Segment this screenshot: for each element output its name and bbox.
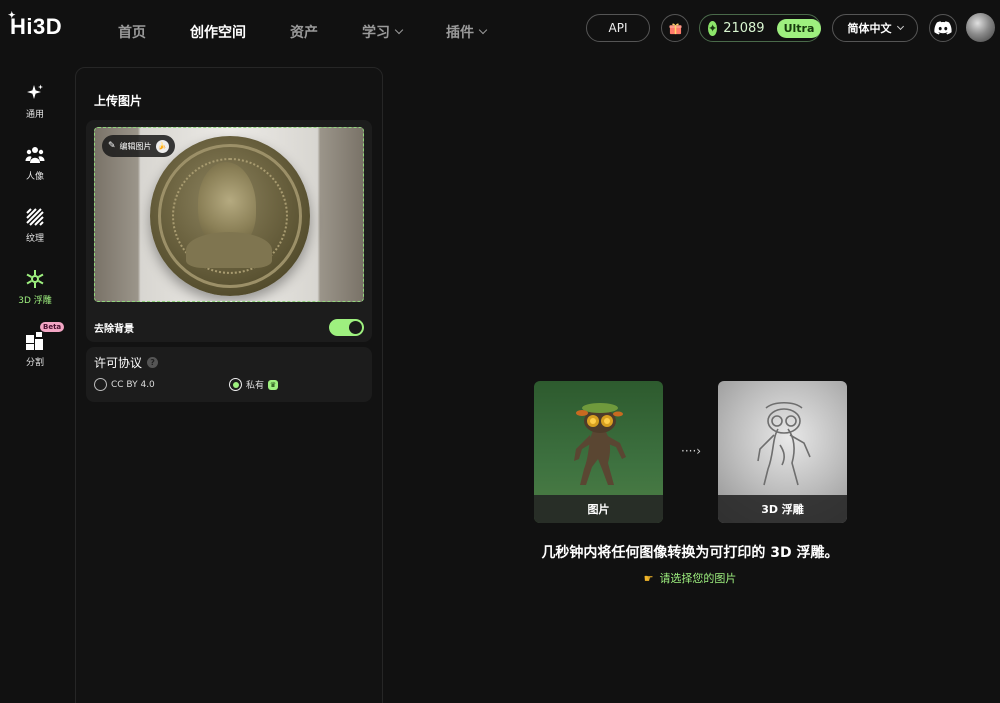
coin-bust	[186, 232, 272, 268]
uploaded-coin-image	[150, 136, 310, 296]
select-image-link[interactable]: ☛ 请选择您的图片	[520, 570, 860, 586]
radio-button[interactable]	[229, 378, 242, 391]
relief-illustration	[757, 401, 811, 486]
api-button[interactable]: API	[586, 14, 650, 42]
license-card: 许可协议 ? CC BY 4.0 私有 ♛	[86, 347, 372, 402]
chevron-down-icon	[394, 25, 404, 35]
texture-icon	[25, 207, 45, 227]
arrow-connector: ····›	[681, 444, 702, 458]
chevron-down-icon	[478, 25, 488, 35]
tree-creature-illustration	[574, 403, 626, 485]
pointing-hand-icon: ☛	[643, 572, 654, 585]
license-title: 许可协议 ?	[94, 354, 159, 371]
discord-button[interactable]	[929, 14, 957, 42]
rail-label: 3D 浮雕	[18, 295, 52, 306]
credits-count: 21089	[723, 20, 765, 36]
discord-icon	[934, 21, 952, 35]
license-title-text: 许可协议	[94, 356, 143, 370]
rail-item-general[interactable]: 通用	[0, 70, 70, 132]
hi3d-logo[interactable]: ✦ Hi3D	[8, 10, 63, 40]
user-avatar[interactable]	[966, 13, 995, 42]
main-nav: 首页 创作空间 资产 学习 插件	[118, 22, 530, 42]
edit-image-button[interactable]: ✎ 编辑图片 🍌	[102, 135, 175, 157]
license-option-private[interactable]: 私有 ♛	[229, 378, 279, 391]
nav-creative-space[interactable]: 创作空间	[190, 22, 246, 42]
credit-coin-icon: ✦	[708, 20, 718, 36]
help-icon[interactable]: ?	[147, 357, 159, 368]
logo-text: Hi3D	[10, 14, 63, 39]
remove-background-row: 去除背景	[94, 318, 364, 336]
nav-plugins[interactable]: 插件	[446, 22, 488, 42]
sparkle-icon	[25, 83, 45, 103]
remove-background-toggle[interactable]	[329, 318, 364, 336]
nav-home[interactable]: 首页	[118, 22, 146, 42]
banana-icon: 🍌	[155, 139, 169, 153]
rail-item-portrait[interactable]: 人像	[0, 132, 70, 194]
panel-title: 上传图片	[94, 94, 143, 108]
tool-rail: 通用 人像 纹理 3D 浮雕 Beta 分割	[0, 70, 70, 380]
license-option-label: 私有	[246, 381, 265, 391]
gift-icon	[668, 22, 682, 34]
rail-item-texture[interactable]: 纹理	[0, 194, 70, 256]
pencil-icon: ✎	[108, 141, 116, 151]
source-caption: 图片	[534, 495, 663, 523]
remove-background-label: 去除背景	[94, 323, 134, 335]
license-option-cc-by[interactable]: CC BY 4.0	[94, 378, 155, 391]
rail-label: 人像	[25, 171, 44, 182]
rail-item-segment[interactable]: Beta 分割	[0, 318, 70, 380]
gift-button[interactable]	[661, 14, 689, 42]
edit-image-label: 编辑图片	[119, 141, 152, 151]
example-relief-image: 3D 浮雕	[718, 381, 847, 523]
image-dropzone[interactable]: ✎ 编辑图片 🍌	[94, 127, 364, 302]
license-option-label: CC BY 4.0	[111, 379, 155, 390]
language-selector[interactable]: 简体中文	[832, 14, 918, 42]
rail-item-3d-relief[interactable]: 3D 浮雕	[0, 256, 70, 318]
plan-badge: Ultra	[776, 18, 822, 38]
rail-label: 分割	[25, 357, 44, 368]
nav-learn[interactable]: 学习	[362, 22, 404, 42]
beta-badge: Beta	[40, 322, 65, 332]
upload-card: ✎ 编辑图片 🍌 去除背景	[86, 120, 372, 342]
radio-button[interactable]	[94, 378, 107, 391]
nav-assets[interactable]: 资产	[290, 22, 318, 42]
rail-label: 通用	[25, 109, 44, 120]
relief-icon	[25, 269, 45, 289]
crown-icon: ♛	[268, 379, 279, 390]
settings-panel: 上传图片 ✎ 编辑图片 🍌 去除背景 许可协议 ? CC BY 4.0 私有 ♛	[75, 67, 383, 703]
sparkle-icon: ✦	[8, 10, 17, 20]
language-label: 简体中文	[847, 22, 892, 35]
chevron-down-icon	[896, 22, 904, 30]
segment-icon	[25, 331, 45, 351]
example-source-image: 图片	[534, 381, 663, 523]
credits-badge[interactable]: ✦ 21089 Ultra	[699, 14, 822, 42]
rail-label: 纹理	[25, 233, 44, 244]
toggle-knob	[349, 320, 362, 334]
showcase-headline: 几秒钟内将任何图像转换为可打印的 3D 浮雕。	[541, 545, 839, 561]
result-caption: 3D 浮雕	[718, 495, 847, 523]
top-navbar: ✦ Hi3D 首页 创作空间 资产 学习 插件 API ✦ 21089 Ultr…	[0, 0, 1000, 58]
people-icon	[25, 145, 45, 165]
select-image-label: 请选择您的图片	[659, 572, 737, 585]
